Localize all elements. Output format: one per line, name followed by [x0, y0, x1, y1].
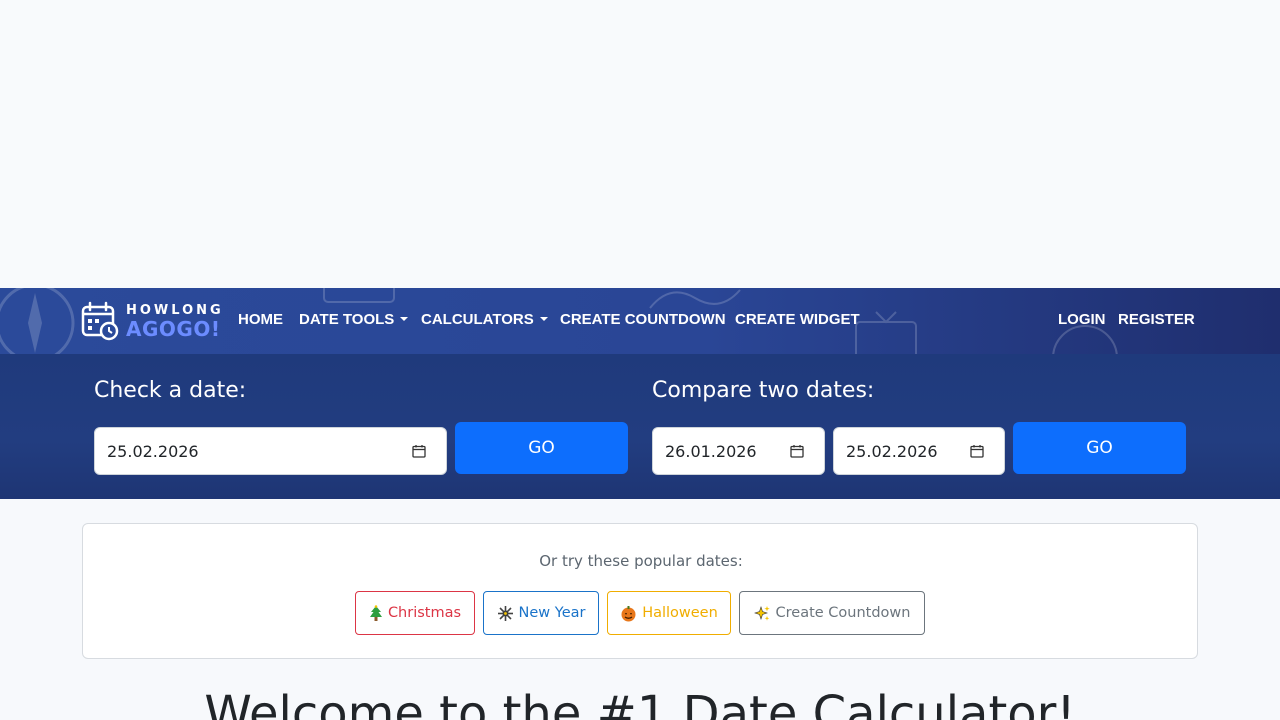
popular-dates-label: Or try these popular dates:: [539, 552, 743, 570]
nav-create-countdown[interactable]: CREATE COUNTDOWN: [560, 311, 726, 329]
compare-start-date-input[interactable]: 26.01.2026: [652, 427, 825, 475]
chip-new-year[interactable]: New Year: [483, 591, 599, 635]
compare-start-date-value: 26.01.2026: [665, 441, 757, 461]
chip-create-countdown-label: Create Countdown: [775, 605, 911, 621]
compare-dates-heading: Compare two dates:: [652, 378, 875, 403]
chip-create-countdown[interactable]: Create Countdown: [739, 591, 925, 635]
chip-christmas[interactable]: Christmas: [355, 591, 475, 635]
nav-calculators-label: CALCULATORS: [421, 311, 534, 328]
nav-login-label: LOGIN: [1058, 311, 1106, 328]
sparkles-icon: [753, 605, 771, 622]
nav-create-widget-label: CREATE WIDGET: [735, 311, 860, 328]
nav-create-countdown-label: CREATE COUNTDOWN: [560, 311, 726, 328]
nav-login[interactable]: LOGIN: [1058, 311, 1106, 329]
brand-line2: AGOGO!: [126, 316, 221, 341]
welcome-heading: Welcome to the #1 Date Calculator!: [204, 686, 1076, 720]
nav-create-widget[interactable]: CREATE WIDGET: [735, 311, 860, 329]
fireworks-icon: [497, 605, 514, 622]
brand-logo[interactable]: HOWLONG AGOGO!: [80, 300, 224, 342]
check-date-value: 25.02.2026: [107, 441, 199, 461]
chip-halloween-label: Halloween: [642, 605, 718, 621]
nav-date-tools-label: DATE TOOLS: [299, 311, 395, 328]
check-date-heading: Check a date:: [94, 378, 247, 403]
chip-new-year-label: New Year: [518, 605, 586, 621]
calendar-icon[interactable]: [790, 444, 804, 458]
calendar-clock-icon: [81, 301, 119, 341]
brand-wordmark: HOWLONG AGOGO!: [126, 304, 224, 339]
chevron-down-icon: [539, 317, 548, 322]
nav-register[interactable]: REGISTER: [1118, 311, 1195, 329]
calendar-decoration-icon: [323, 288, 395, 303]
chip-christmas-label: Christmas: [387, 605, 462, 621]
pumpkin-icon: [620, 605, 637, 622]
christmas-tree-icon: [369, 604, 383, 622]
compare-end-date-value: 25.02.2026: [846, 441, 938, 461]
check-date-input[interactable]: 25.02.2026: [94, 427, 447, 475]
ad-space: [0, 0, 1280, 288]
brand-line1: HOWLONG: [126, 302, 224, 318]
chip-halloween[interactable]: Halloween: [607, 591, 731, 635]
compass-decoration-icon: [0, 288, 75, 354]
nav-date-tools[interactable]: DATE TOOLS: [299, 311, 409, 329]
compare-dates-go-button[interactable]: GO: [1013, 422, 1186, 474]
nav-register-label: REGISTER: [1118, 311, 1195, 328]
calendar-icon[interactable]: [970, 444, 984, 458]
popular-dates-card: Or try these popular dates: Christmas Ne…: [82, 523, 1198, 659]
calendar-icon[interactable]: [412, 444, 426, 458]
nav-home-label: HOME: [238, 311, 283, 328]
compare-end-date-input[interactable]: 25.02.2026: [833, 427, 1005, 475]
nav-calculators[interactable]: CALCULATORS: [421, 311, 548, 329]
nav-home[interactable]: HOME: [238, 311, 283, 329]
tv-decoration-icon: [855, 311, 917, 354]
chevron-down-icon: [400, 317, 409, 322]
check-date-go-button[interactable]: GO: [455, 422, 628, 474]
